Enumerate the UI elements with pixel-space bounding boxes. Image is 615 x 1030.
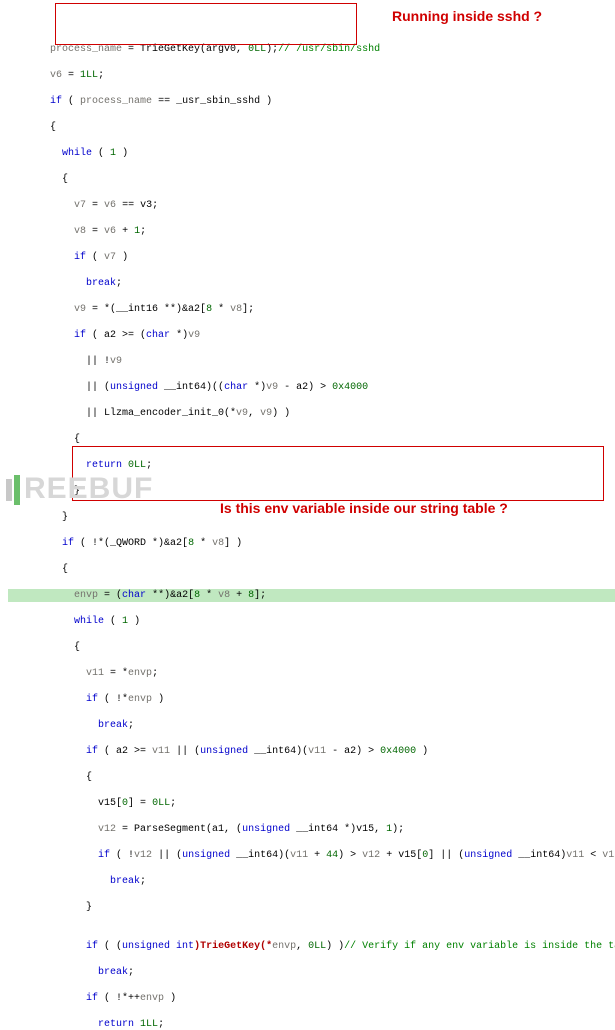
annotation-bottom: Is this env variable inside our string t… (220, 502, 508, 515)
highlighted-line: envp = (char **)&a2[8 * v8 + 8]; (8, 589, 615, 602)
code-block: Running inside sshd ? process_name = Tri… (0, 0, 615, 1030)
annotation-box-top (55, 3, 357, 45)
annotation-top: Running inside sshd ? (392, 10, 542, 23)
